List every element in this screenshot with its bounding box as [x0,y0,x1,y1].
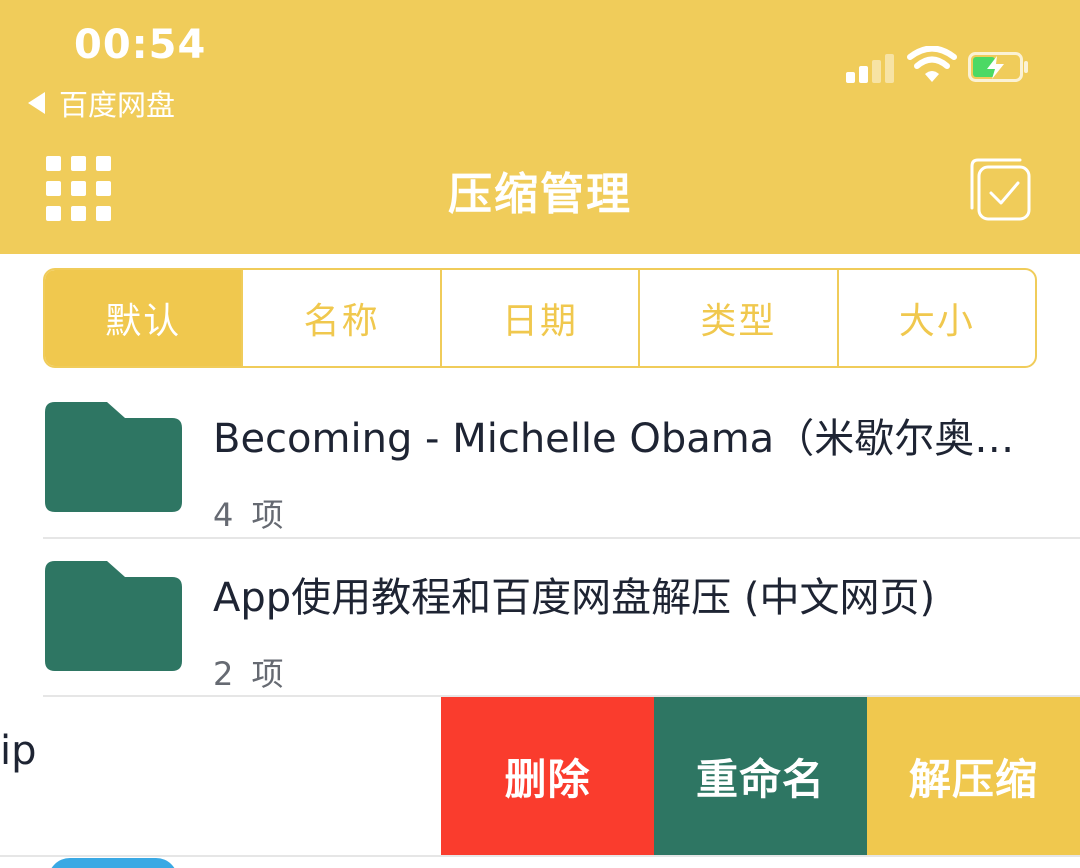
sort-tab-size[interactable]: 大小 [836,270,1035,366]
sort-tab-date[interactable]: 日期 [439,270,638,366]
file-name: App使用教程和百度网盘解压 (中文网页) [213,575,936,621]
back-app-label: 百度网盘 [59,88,176,122]
file-item-count: 2 项 [213,655,288,693]
multi-select-icon[interactable] [966,156,1032,222]
file-list-item[interactable]: App使用教程和百度网盘解压 (中文网页) 2 项 [0,539,1080,697]
back-to-app-button[interactable]: 百度网盘 [28,82,175,124]
next-item-icon [48,858,178,868]
sort-tab-name[interactable]: 名称 [241,270,439,366]
rename-button[interactable]: 重命名 [654,697,867,855]
battery-charging-icon [968,52,1028,82]
back-triangle-icon [28,92,45,114]
sort-segmented-control: 默认 名称 日期 类型 大小 [43,268,1037,368]
app-header: 00:54 百度网盘 压缩管理 [0,0,1080,254]
cellular-signal-icon [846,53,894,83]
file-item-count: 4 项 [213,496,288,534]
page-title: 压缩管理 [448,169,632,220]
delete-button[interactable]: 删除 [441,697,654,855]
folder-icon [45,561,182,671]
wifi-icon [907,46,957,82]
row-divider [0,855,1080,857]
unzip-button[interactable]: 解压缩 [867,697,1080,855]
status-time: 00:54 [74,22,207,68]
file-list-item[interactable]: Becoming - Michelle Obama（米歇尔奥… 4 项 [0,380,1080,538]
swiped-file-name[interactable]: ip [0,728,37,774]
sort-tab-default[interactable]: 默认 [45,270,242,366]
sort-tab-type[interactable]: 类型 [638,270,836,366]
folder-icon [45,402,182,512]
file-name: Becoming - Michelle Obama（米歇尔奥… [213,416,1015,462]
